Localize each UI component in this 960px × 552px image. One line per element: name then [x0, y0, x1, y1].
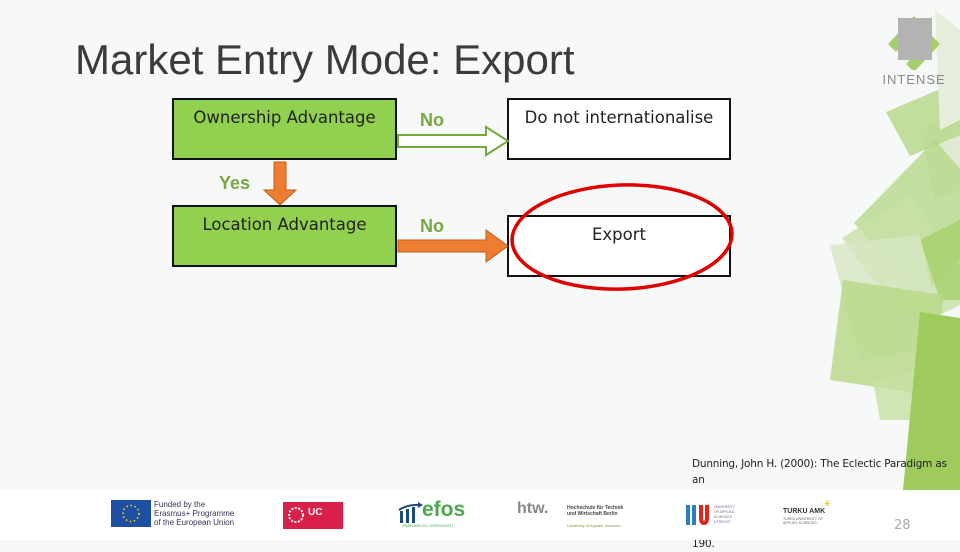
htw-name: htw. — [517, 500, 549, 517]
arrow-no-to-export — [397, 229, 509, 263]
erasmus-line-3: of the European Union — [154, 518, 235, 527]
efos-name: efos — [422, 498, 466, 521]
hu-subtitle: UNIVERSITY OF APPLIED SCIENCES UTRECHT — [714, 505, 735, 524]
page-number: 28 — [894, 518, 911, 533]
edge-label-no-1: No — [420, 110, 444, 130]
uc-emblem-icon — [288, 507, 304, 523]
uc-leuven-logo: UC — [283, 502, 343, 529]
erasmus-line-1: Funded by the — [154, 500, 206, 509]
turku-subtitle: TURKU UNIVERSITY OF APPLIED SCIENCES — [783, 517, 823, 525]
efos-tagline: ZNANJEM DO IZVRSNOSTI — [402, 523, 454, 528]
turku-amk-logo: TURKU AMK ✳ TURKU UNIVERSITY OF APPLIED … — [783, 499, 843, 528]
efos-logo: efos ZNANJEM DO IZVRSNOSTI — [398, 498, 468, 530]
arrow-yes-down — [262, 161, 298, 206]
erasmus-line-2: Erasmus+ Programme — [154, 509, 235, 518]
htw-logo: htw. Hochschule für Technik und Wirtscha… — [517, 500, 632, 530]
htw-line-3: University of Applied Sciences — [567, 523, 621, 528]
hu-utrecht-logo: UNIVERSITY OF APPLIED SCIENCES UTRECHT — [686, 504, 736, 528]
edge-label-no-2: No — [420, 216, 444, 236]
htw-line-2: und Wirtschaft Berlin — [567, 511, 618, 517]
turku-star-icon: ✳ — [823, 499, 832, 510]
edge-label-yes: Yes — [219, 173, 251, 193]
citation-line-1: Dunning, John H. (2000): The Eclectic Pa… — [692, 458, 947, 486]
efos-chart-icon — [398, 502, 423, 523]
uc-name: UC — [308, 507, 323, 518]
hu-emblem-icon — [686, 505, 709, 525]
turku-name: TURKU AMK — [783, 508, 826, 515]
highlight-ellipse — [510, 183, 734, 291]
eu-flag-icon — [111, 500, 151, 527]
arrow-no-to-internationalise — [397, 125, 510, 157]
